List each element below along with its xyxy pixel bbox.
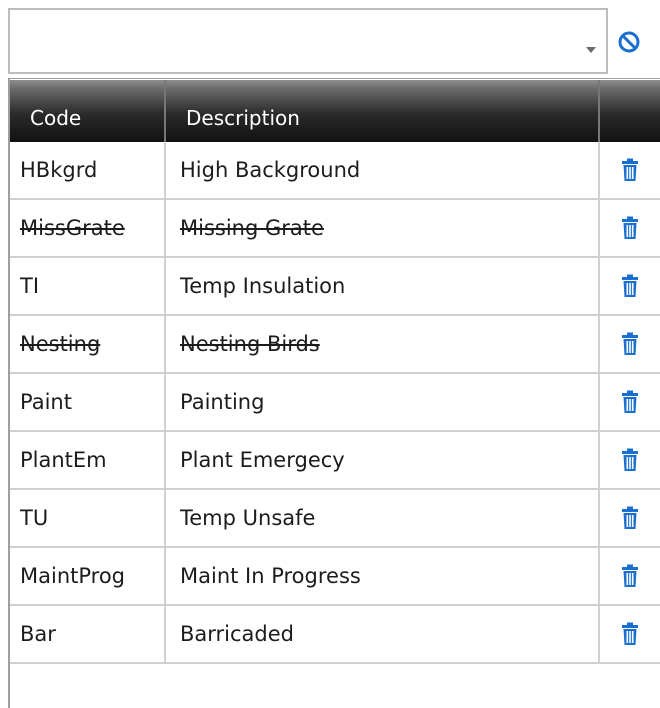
code-cell: MissGrate xyxy=(10,200,166,256)
table-row[interactable]: Paint Painting xyxy=(10,374,660,432)
description-cell: Missing Grate xyxy=(166,200,600,256)
filter-combobox[interactable] xyxy=(8,8,608,74)
delete-button[interactable] xyxy=(600,316,660,372)
no-entry-icon xyxy=(618,31,640,53)
delete-button[interactable] xyxy=(600,374,660,430)
description-cell: Barricaded xyxy=(166,606,600,662)
code-cell: TU xyxy=(10,490,166,546)
delete-button[interactable] xyxy=(600,432,660,488)
code-cell: MaintProg xyxy=(10,548,166,604)
code-cell: PlantEm xyxy=(10,432,166,488)
description-cell: Plant Emergecy xyxy=(166,432,600,488)
description-cell: High Background xyxy=(166,142,600,198)
table-row[interactable]: Bar Barricaded xyxy=(10,606,660,664)
table-row[interactable]: PlantEm Plant Emergecy xyxy=(10,432,660,490)
table-row[interactable]: TU Temp Unsafe xyxy=(10,490,660,548)
delete-button[interactable] xyxy=(600,548,660,604)
clear-filter-button[interactable] xyxy=(616,29,642,55)
code-cell: Bar xyxy=(10,606,166,662)
trash-icon xyxy=(622,390,638,413)
grid-body: HBkgrd High Background MissGrate Missing Gr… xyxy=(10,142,660,664)
description-cell: Painting xyxy=(166,374,600,430)
chevron-down-icon[interactable] xyxy=(586,47,596,53)
trash-icon xyxy=(622,216,638,239)
table-row[interactable]: MissGrate Missing Grate xyxy=(10,200,660,258)
description-cell: Nesting Birds xyxy=(166,316,600,372)
code-cell: Paint xyxy=(10,374,166,430)
trash-icon xyxy=(622,448,638,471)
trash-icon xyxy=(622,274,638,297)
code-cell: HBkgrd xyxy=(10,142,166,198)
trash-icon xyxy=(622,622,638,645)
description-cell: Maint In Progress xyxy=(166,548,600,604)
trash-icon xyxy=(622,332,638,355)
column-header-actions xyxy=(600,80,660,142)
delete-button[interactable] xyxy=(600,606,660,662)
table-row[interactable]: Nesting Nesting Birds xyxy=(10,316,660,374)
column-header-description[interactable]: Description xyxy=(166,80,600,142)
delete-button[interactable] xyxy=(600,200,660,256)
column-header-code[interactable]: Code xyxy=(10,80,166,142)
trash-icon xyxy=(622,158,638,181)
table-row[interactable]: TI Temp Insulation xyxy=(10,258,660,316)
description-cell: Temp Insulation xyxy=(166,258,600,314)
delete-button[interactable] xyxy=(600,490,660,546)
table-row[interactable]: MaintProg Maint In Progress xyxy=(10,548,660,606)
delete-button[interactable] xyxy=(600,142,660,198)
trash-icon xyxy=(622,506,638,529)
code-cell: Nesting xyxy=(10,316,166,372)
delete-button[interactable] xyxy=(600,258,660,314)
description-cell: Temp Unsafe xyxy=(166,490,600,546)
grid-header: Code Description xyxy=(10,80,660,142)
trash-icon xyxy=(622,564,638,587)
code-cell: TI xyxy=(10,258,166,314)
table-row[interactable]: HBkgrd High Background xyxy=(10,142,660,200)
